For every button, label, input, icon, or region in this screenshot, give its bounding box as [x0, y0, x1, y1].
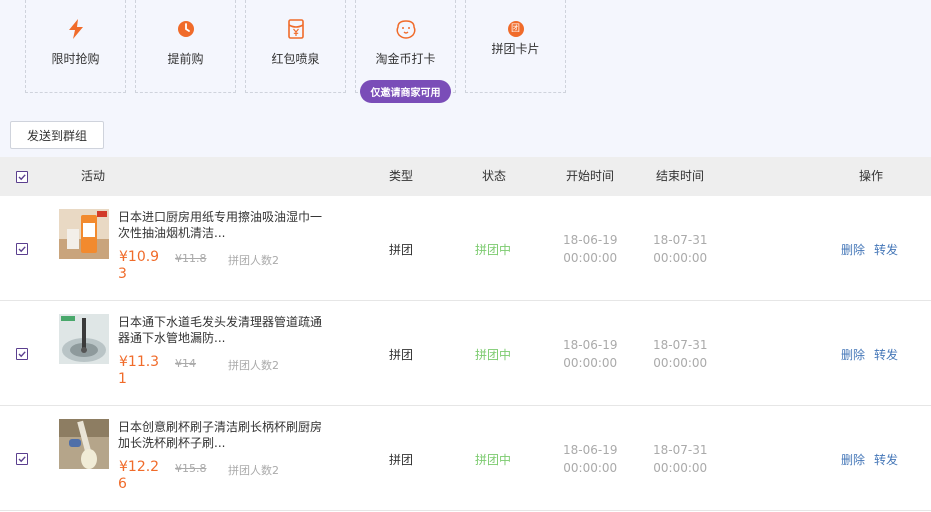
row-checkbox[interactable] [16, 243, 28, 255]
activity-type: 拼团 [389, 348, 414, 362]
pig-icon [395, 18, 417, 40]
start-time: 18-06-19 00:00:00 [563, 336, 617, 372]
start-clock: 00:00:00 [563, 461, 618, 475]
start-time: 18-06-19 00:00:00 [563, 441, 617, 477]
check-icon [18, 351, 26, 358]
send-to-group-button[interactable]: 发送到群组 [10, 121, 104, 149]
tool-label: 限时抢购 [51, 52, 100, 66]
tool-label: 红包喷泉 [271, 52, 320, 66]
end-date: 18-07-31 [653, 233, 708, 247]
group-badge-icon: 团 [505, 18, 527, 40]
delete-link[interactable]: 删除 [841, 241, 865, 258]
group-price: ¥12.2 [119, 459, 160, 475]
group-size-value: 1 [118, 371, 127, 387]
activity-type: 拼团 [389, 453, 414, 467]
tool-group-card[interactable]: 团 拼团卡片 [465, 0, 566, 93]
tool-panel: 限时抢购 提前购 红包喷泉 淘金币打卡 团 拼团卡片 仅邀请商家可用 发送到群组 [0, 0, 931, 157]
red-packet-icon [285, 18, 307, 40]
original-price: ¥15.8 [175, 462, 207, 475]
original-price: ¥11.8 [175, 252, 207, 265]
end-clock: 00:00:00 [653, 251, 708, 265]
product-thumbnail [59, 419, 109, 469]
check-icon [18, 456, 26, 463]
delete-link[interactable]: 删除 [841, 346, 865, 363]
group-size: 拼团人数2 [228, 464, 279, 477]
group-price: ¥10.9 [119, 249, 160, 265]
table-row: 日本进口厨房用纸专用擦油吸油湿巾一次性抽油烟机清洁... ¥10.9 ¥11.8… [0, 196, 931, 301]
start-time: 18-06-19 00:00:00 [563, 231, 617, 267]
product-thumbnail [59, 314, 109, 364]
invite-only-badge: 仅邀请商家可用 [360, 80, 451, 103]
end-clock: 00:00:00 [653, 461, 708, 475]
original-price: ¥14 [175, 357, 196, 370]
start-date: 18-06-19 [563, 338, 618, 352]
header-end-time: 结束时间 [656, 169, 705, 183]
header-activity: 活动 [81, 169, 106, 183]
group-size: 拼团人数2 [228, 254, 279, 267]
tool-red-packet[interactable]: 红包喷泉 [245, 0, 346, 93]
tool-flash-sale[interactable]: 限时抢购 [25, 0, 126, 93]
check-icon [18, 174, 26, 181]
header-operations: 操作 [859, 169, 884, 183]
group-size: 拼团人数2 [228, 359, 279, 372]
end-clock: 00:00:00 [653, 356, 708, 370]
end-time: 18-07-31 00:00:00 [653, 336, 707, 372]
forward-link[interactable]: 转发 [874, 241, 898, 258]
activity-status: 拼团中 [475, 348, 512, 362]
clock-icon [175, 18, 197, 40]
group-badge-icon-glyph: 团 [507, 21, 524, 37]
product-title: 日本进口厨房用纸专用擦油吸油湿巾一次性抽油烟机清洁... [118, 210, 323, 240]
row-checkbox[interactable] [16, 453, 28, 465]
tool-label: 提前购 [167, 52, 204, 66]
product-thumbnail [59, 209, 109, 259]
group-size-value: 3 [118, 266, 127, 282]
lightning-icon [65, 18, 87, 40]
activity-status: 拼团中 [475, 453, 512, 467]
start-date: 18-06-19 [563, 443, 618, 457]
table-header: 活动 类型 状态 开始时间 结束时间 操作 [0, 157, 931, 196]
check-icon [18, 246, 26, 253]
start-clock: 00:00:00 [563, 251, 618, 265]
start-clock: 00:00:00 [563, 356, 618, 370]
table-row: 日本通下水道毛发头发清理器管道疏通器通下水管地漏防... ¥11.3 ¥14 拼… [0, 301, 931, 406]
tool-label: 拼团卡片 [491, 42, 540, 56]
forward-link[interactable]: 转发 [874, 346, 898, 363]
select-all-checkbox[interactable] [16, 171, 28, 183]
product-title: 日本通下水道毛发头发清理器管道疏通器通下水管地漏防... [118, 315, 323, 345]
group-size-value: 6 [118, 476, 127, 492]
delete-link[interactable]: 删除 [841, 451, 865, 468]
start-date: 18-06-19 [563, 233, 618, 247]
tool-pre-sale[interactable]: 提前购 [135, 0, 236, 93]
header-type: 类型 [389, 169, 414, 183]
header-status: 状态 [482, 169, 507, 183]
activity-type: 拼团 [389, 243, 414, 257]
end-date: 18-07-31 [653, 443, 708, 457]
end-date: 18-07-31 [653, 338, 708, 352]
end-time: 18-07-31 00:00:00 [653, 231, 707, 267]
row-checkbox[interactable] [16, 348, 28, 360]
group-price: ¥11.3 [119, 354, 160, 370]
table-row: 日本创意刷杯刷子清洁刷长柄杯刷厨房加长洗杯刷杯子刷... ¥12.2 ¥15.8… [0, 406, 931, 511]
header-start-time: 开始时间 [566, 169, 615, 183]
tool-label: 淘金币打卡 [375, 52, 436, 66]
end-time: 18-07-31 00:00:00 [653, 441, 707, 477]
product-title: 日本创意刷杯刷子清洁刷长柄杯刷厨房加长洗杯刷杯子刷... [118, 420, 323, 450]
activity-status: 拼团中 [475, 243, 512, 257]
forward-link[interactable]: 转发 [874, 451, 898, 468]
